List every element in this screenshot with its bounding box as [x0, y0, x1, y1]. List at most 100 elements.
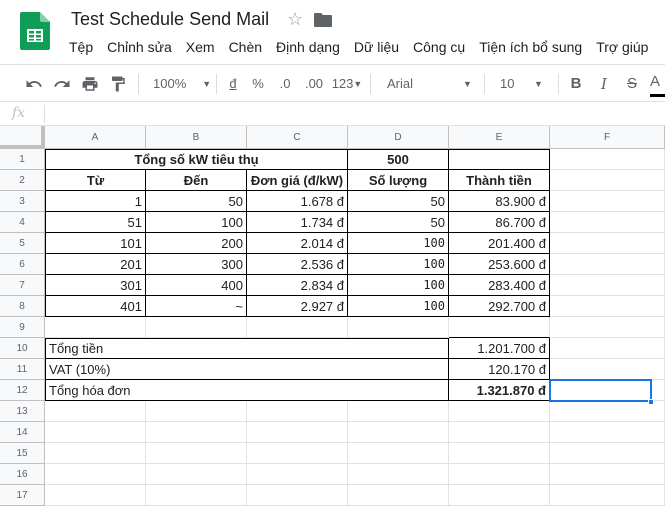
cell-e2[interactable]: Thành tiền	[449, 170, 550, 191]
menu-tools[interactable]: Công cụ	[406, 38, 472, 56]
cell-f10[interactable]	[550, 338, 665, 359]
cell-e10[interactable]: 1.201.700 đ	[449, 338, 550, 359]
column-header-b[interactable]: B	[146, 126, 247, 149]
cell-d14[interactable]	[348, 422, 449, 443]
cell-c15[interactable]	[247, 443, 348, 464]
cell-c13[interactable]	[247, 401, 348, 422]
cell-b9[interactable]	[146, 317, 247, 338]
row-header-6[interactable]: 6	[0, 254, 45, 275]
cell-a8[interactable]: 401	[45, 296, 146, 317]
cell-e16[interactable]	[449, 464, 550, 485]
folder-icon[interactable]	[314, 13, 332, 32]
cell-c14[interactable]	[247, 422, 348, 443]
row-header-7[interactable]: 7	[0, 275, 45, 296]
row-header-10[interactable]: 10	[0, 338, 45, 359]
menu-addons[interactable]: Tiện ích bổ sung	[472, 38, 589, 56]
text-color-button[interactable]: A	[650, 69, 665, 97]
cell-a5[interactable]: 101	[45, 233, 146, 254]
row-header-12[interactable]: 12	[0, 380, 45, 401]
cell-a2[interactable]: Từ	[45, 170, 146, 191]
cell-c5[interactable]: 2.014 đ	[247, 233, 348, 254]
cell-f16[interactable]	[550, 464, 665, 485]
cell-b7[interactable]: 400	[146, 275, 247, 296]
cell-c6[interactable]: 2.536 đ	[247, 254, 348, 275]
row-header-2[interactable]: 2	[0, 170, 45, 191]
cell-b8[interactable]: ~	[146, 296, 247, 317]
undo-icon[interactable]	[22, 65, 46, 102]
cell-e1[interactable]	[449, 149, 550, 170]
cell-a16[interactable]	[45, 464, 146, 485]
row-header-11[interactable]: 11	[0, 359, 45, 380]
zoom-select[interactable]: 100% ▼	[148, 65, 211, 102]
cell-e9[interactable]	[449, 317, 550, 338]
row-header-17[interactable]: 17	[0, 485, 45, 506]
cell-c16[interactable]	[247, 464, 348, 485]
cell-d5[interactable]: 100	[348, 233, 449, 254]
cell-d1[interactable]: 500	[348, 149, 449, 170]
row-header-13[interactable]: 13	[0, 401, 45, 422]
cell-e13[interactable]	[449, 401, 550, 422]
cell-e5[interactable]: 201.400 đ	[449, 233, 550, 254]
print-icon[interactable]	[78, 65, 102, 102]
cell-d17[interactable]	[348, 485, 449, 506]
percent-format-button[interactable]: %	[250, 65, 266, 102]
cell-d13[interactable]	[348, 401, 449, 422]
cell-b2[interactable]: Đến	[146, 170, 247, 191]
increase-decimal-button[interactable]: .00	[302, 65, 326, 102]
cell-f1[interactable]	[550, 149, 665, 170]
menu-insert[interactable]: Chèn	[222, 38, 269, 56]
row-header-5[interactable]: 5	[0, 233, 45, 254]
cell-a9[interactable]	[45, 317, 146, 338]
star-icon[interactable]: ☆	[287, 9, 303, 30]
cell-d7[interactable]: 100	[348, 275, 449, 296]
select-all-corner[interactable]	[0, 126, 45, 149]
cell-e17[interactable]	[449, 485, 550, 506]
cell-a12-merged[interactable]: Tổng hóa đơn	[45, 380, 449, 401]
menu-file[interactable]: Tệp	[62, 38, 100, 56]
cell-b14[interactable]	[146, 422, 247, 443]
paint-format-icon[interactable]	[106, 65, 130, 102]
row-header-15[interactable]: 15	[0, 443, 45, 464]
cell-f9[interactable]	[550, 317, 665, 338]
cell-d8[interactable]: 100	[348, 296, 449, 317]
strikethrough-button[interactable]: S	[622, 65, 642, 102]
cell-d3[interactable]: 50	[348, 191, 449, 212]
sheets-logo-icon[interactable]	[20, 12, 50, 50]
cell-f11[interactable]	[550, 359, 665, 380]
row-header-3[interactable]: 3	[0, 191, 45, 212]
more-formats-button[interactable]: 123 ▼	[330, 65, 364, 102]
row-header-4[interactable]: 4	[0, 212, 45, 233]
menu-view[interactable]: Xem	[179, 38, 222, 56]
cell-f8[interactable]	[550, 296, 665, 317]
cell-e7[interactable]: 283.400 đ	[449, 275, 550, 296]
cell-f17[interactable]	[550, 485, 665, 506]
row-header-14[interactable]: 14	[0, 422, 45, 443]
cell-b17[interactable]	[146, 485, 247, 506]
cell-a14[interactable]	[45, 422, 146, 443]
cell-c2[interactable]: Đơn giá (đ/kW)	[247, 170, 348, 191]
cell-e4[interactable]: 86.700 đ	[449, 212, 550, 233]
cell-e12[interactable]: 1.321.870 đ	[449, 380, 550, 401]
cell-f7[interactable]	[550, 275, 665, 296]
cell-a1-merged[interactable]: Tổng số kW tiêu thụ	[45, 149, 348, 170]
column-header-e[interactable]: E	[449, 126, 550, 149]
cell-d9[interactable]	[348, 317, 449, 338]
formula-input[interactable]	[50, 102, 665, 125]
cell-f15[interactable]	[550, 443, 665, 464]
column-header-d[interactable]: D	[348, 126, 449, 149]
font-size-select[interactable]: 10 ▼	[492, 65, 554, 102]
menu-edit[interactable]: Chỉnh sửa	[100, 38, 179, 56]
cell-b5[interactable]: 200	[146, 233, 247, 254]
menu-data[interactable]: Dữ liệu	[347, 38, 406, 56]
cell-f3[interactable]	[550, 191, 665, 212]
cell-b13[interactable]	[146, 401, 247, 422]
cell-e6[interactable]: 253.600 đ	[449, 254, 550, 275]
cell-b15[interactable]	[146, 443, 247, 464]
cell-d4[interactable]: 50	[348, 212, 449, 233]
cell-d2[interactable]: Số lượng	[348, 170, 449, 191]
cell-b6[interactable]: 300	[146, 254, 247, 275]
cell-a17[interactable]	[45, 485, 146, 506]
cell-a13[interactable]	[45, 401, 146, 422]
cell-f2[interactable]	[550, 170, 665, 191]
column-header-a[interactable]: A	[45, 126, 146, 149]
